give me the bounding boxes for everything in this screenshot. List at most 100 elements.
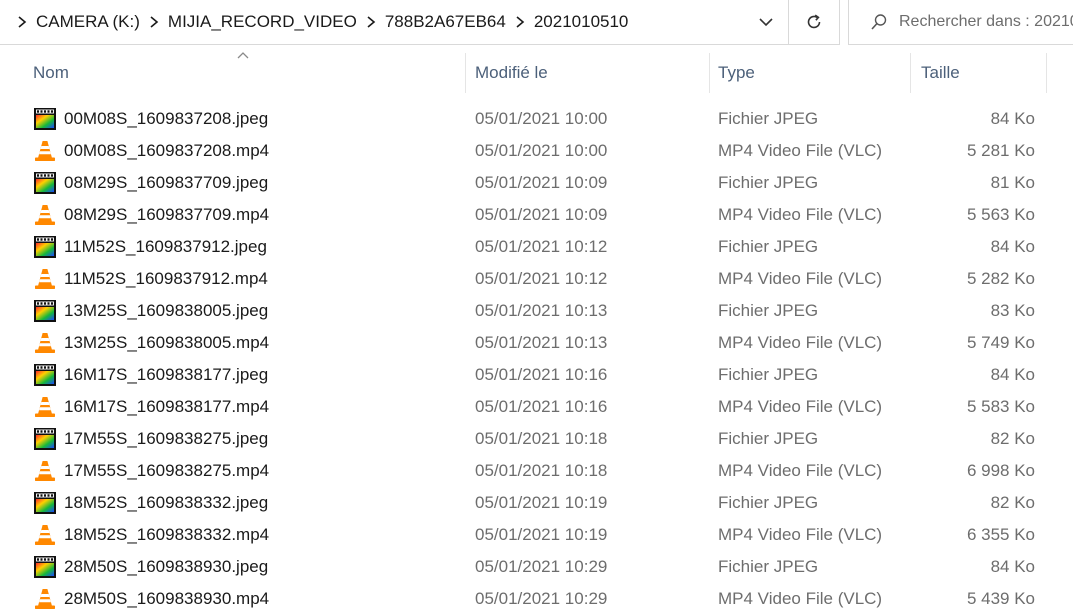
file-name: 17M55S_1609838275.mp4 — [64, 461, 270, 480]
toolbar: CAMERA (K:) MIJIA_RECORD_VIDEO 788B2A67E… — [0, 0, 1073, 45]
chevron-right-icon[interactable] — [143, 11, 165, 33]
file-row[interactable]: 00M08S_1609837208.jpeg 05/01/2021 10:00 … — [0, 103, 1073, 135]
chevron-down-icon — [759, 17, 773, 26]
file-name: 18M52S_1609838332.mp4 — [64, 525, 270, 544]
refresh-icon — [807, 14, 821, 29]
file-name: 28M50S_1609838930.mp4 — [64, 589, 270, 608]
file-row[interactable]: 16M17S_1609838177.jpeg 05/01/2021 10:16 … — [0, 359, 1073, 391]
file-size: 5 282 Ko — [966, 269, 1035, 288]
file-modified: 05/01/2021 10:16 — [475, 365, 608, 384]
search-box[interactable] — [848, 0, 1073, 45]
file-name: 11M52S_1609837912.mp4 — [64, 269, 268, 288]
file-modified: 05/01/2021 10:19 — [475, 493, 608, 512]
vlc-cone-icon — [33, 583, 57, 615]
file-row[interactable]: 11M52S_1609837912.mp4 05/01/2021 10:12 M… — [0, 263, 1073, 295]
chevron-right-icon[interactable] — [360, 11, 382, 33]
breadcrumb: CAMERA (K:) MIJIA_RECORD_VIDEO 788B2A67E… — [8, 0, 628, 44]
file-type: MP4 Video File (VLC) — [718, 589, 883, 608]
breadcrumb-item-current-folder[interactable]: 2021010510 — [534, 12, 629, 32]
file-size: 82 Ko — [990, 493, 1035, 512]
vlc-cone-icon — [33, 455, 57, 487]
file-modified: 05/01/2021 10:00 — [475, 141, 608, 160]
column-header-name-label: Nom — [33, 63, 69, 82]
file-row[interactable]: 08M29S_1609837709.jpeg 05/01/2021 10:09 … — [0, 167, 1073, 199]
file-type: Fichier JPEG — [718, 557, 819, 576]
file-type: MP4 Video File (VLC) — [718, 525, 883, 544]
file-row[interactable]: 13M25S_1609838005.mp4 05/01/2021 10:13 M… — [0, 327, 1073, 359]
column-header-name[interactable]: Nom — [33, 53, 463, 93]
vlc-cone-icon — [33, 263, 57, 295]
file-row[interactable]: 28M50S_1609838930.jpeg 05/01/2021 10:29 … — [0, 551, 1073, 583]
file-modified: 05/01/2021 10:09 — [475, 205, 608, 224]
column-divider[interactable] — [709, 53, 710, 93]
file-size: 6 355 Ko — [966, 525, 1035, 544]
file-type: MP4 Video File (VLC) — [718, 461, 883, 480]
address-bar[interactable]: CAMERA (K:) MIJIA_RECORD_VIDEO 788B2A67E… — [0, 0, 840, 45]
vlc-cone-icon — [33, 135, 57, 167]
file-modified: 05/01/2021 10:00 — [475, 109, 608, 128]
file-row[interactable]: 18M52S_1609838332.mp4 05/01/2021 10:19 M… — [0, 519, 1073, 551]
file-type: Fichier JPEG — [718, 429, 819, 448]
file-modified: 05/01/2021 10:09 — [475, 173, 608, 192]
jpeg-file-icon — [33, 295, 57, 327]
file-row[interactable]: 00M08S_1609837208.mp4 05/01/2021 10:00 M… — [0, 135, 1073, 167]
file-row[interactable]: 17M55S_1609838275.mp4 05/01/2021 10:18 M… — [0, 455, 1073, 487]
file-row[interactable]: 28M50S_1609838930.mp4 05/01/2021 10:29 M… — [0, 583, 1073, 615]
file-size: 84 Ko — [990, 237, 1035, 256]
vlc-cone-icon — [33, 391, 57, 423]
chevron-right-icon[interactable] — [509, 11, 531, 33]
breadcrumb-item-record-folder[interactable]: MIJIA_RECORD_VIDEO — [168, 12, 357, 32]
file-type: MP4 Video File (VLC) — [718, 141, 883, 160]
file-row[interactable]: 18M52S_1609838332.jpeg 05/01/2021 10:19 … — [0, 487, 1073, 519]
search-input[interactable] — [899, 13, 1073, 31]
file-size: 82 Ko — [990, 429, 1035, 448]
file-size: 5 749 Ko — [966, 333, 1035, 352]
chevron-right-icon[interactable] — [11, 11, 33, 33]
column-divider[interactable] — [1046, 53, 1047, 93]
file-row[interactable]: 13M25S_1609838005.jpeg 05/01/2021 10:13 … — [0, 295, 1073, 327]
column-header-type-label: Type — [718, 63, 755, 82]
file-modified: 05/01/2021 10:12 — [475, 237, 608, 256]
file-row[interactable]: 17M55S_1609838275.jpeg 05/01/2021 10:18 … — [0, 423, 1073, 455]
file-size: 5 583 Ko — [966, 397, 1035, 416]
file-row[interactable]: 08M29S_1609837709.mp4 05/01/2021 10:09 M… — [0, 199, 1073, 231]
file-size: 5 563 Ko — [966, 205, 1035, 224]
file-type: MP4 Video File (VLC) — [718, 205, 883, 224]
column-divider[interactable] — [910, 53, 911, 93]
jpeg-file-icon — [33, 167, 57, 199]
file-modified: 05/01/2021 10:18 — [475, 429, 608, 448]
breadcrumb-item-drive[interactable]: CAMERA (K:) — [36, 12, 140, 32]
file-name: 11M52S_1609837912.jpeg — [64, 237, 267, 256]
file-row[interactable]: 11M52S_1609837912.jpeg 05/01/2021 10:12 … — [0, 231, 1073, 263]
file-name: 13M25S_1609838005.jpeg — [64, 301, 269, 320]
column-header-size[interactable]: Taille — [921, 53, 1045, 93]
jpeg-file-icon — [33, 103, 57, 135]
jpeg-file-icon — [33, 231, 57, 263]
jpeg-file-icon — [33, 359, 57, 391]
file-modified: 05/01/2021 10:12 — [475, 269, 608, 288]
vlc-cone-icon — [33, 327, 57, 359]
file-type: Fichier JPEG — [718, 173, 819, 192]
jpeg-file-icon — [33, 487, 57, 519]
refresh-button[interactable] — [788, 0, 839, 44]
file-size: 83 Ko — [990, 301, 1035, 320]
column-divider[interactable] — [465, 53, 466, 93]
file-type: MP4 Video File (VLC) — [718, 269, 883, 288]
file-name: 18M52S_1609838332.jpeg — [64, 493, 269, 512]
file-modified: 05/01/2021 10:29 — [475, 557, 608, 576]
column-header-type[interactable]: Type — [718, 53, 908, 93]
file-modified: 05/01/2021 10:13 — [475, 301, 608, 320]
file-name: 00M08S_1609837208.jpeg — [64, 109, 269, 128]
breadcrumb-item-device-folder[interactable]: 788B2A67EB64 — [385, 12, 506, 32]
file-row[interactable]: 16M17S_1609838177.mp4 05/01/2021 10:16 M… — [0, 391, 1073, 423]
vlc-cone-icon — [33, 519, 57, 551]
file-size: 84 Ko — [990, 557, 1035, 576]
file-list: 00M08S_1609837208.jpeg 05/01/2021 10:00 … — [0, 103, 1073, 616]
address-history-dropdown[interactable] — [744, 0, 788, 44]
jpeg-file-icon — [33, 551, 57, 583]
file-size: 6 998 Ko — [966, 461, 1035, 480]
file-name: 28M50S_1609838930.jpeg — [64, 557, 269, 576]
vlc-cone-icon — [33, 199, 57, 231]
column-header-modified[interactable]: Modifié le — [475, 53, 707, 93]
file-name: 08M29S_1609837709.jpeg — [64, 173, 269, 192]
